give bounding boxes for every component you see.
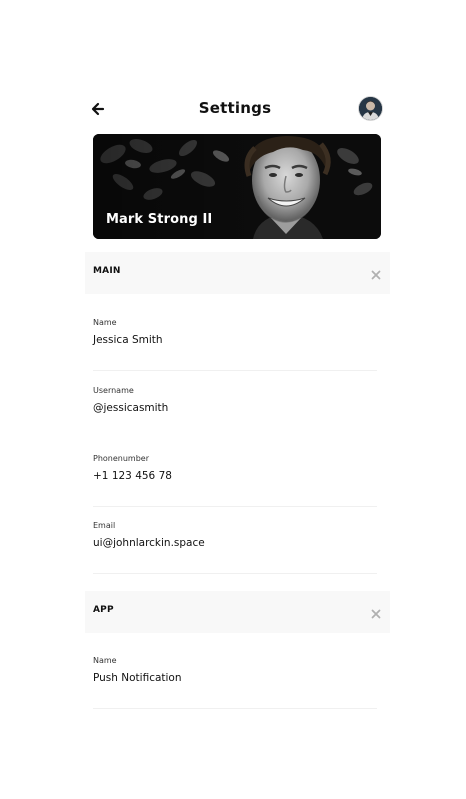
field-username[interactable]: Username @jessicasmith: [93, 386, 377, 438]
section-title: MAIN: [93, 266, 121, 276]
field-phonenumber[interactable]: Phonenumber +1 123 456 78: [93, 454, 377, 507]
field-label: Name: [93, 656, 117, 665]
close-icon: [371, 270, 381, 280]
field-name[interactable]: Name Jessica Smith: [93, 318, 377, 371]
page-title: Settings: [198, 99, 272, 117]
push-notification-field[interactable]: Push Notification: [93, 672, 182, 684]
section-close-button[interactable]: [370, 605, 382, 619]
profile-card[interactable]: Mark Strong II: [93, 134, 381, 239]
close-icon: [371, 609, 381, 619]
profile-name: Mark Strong II: [106, 212, 213, 227]
field-label: Email: [93, 521, 116, 530]
email-field[interactable]: ui@johnlarckin.space: [93, 537, 205, 549]
field-label: Username: [93, 386, 134, 395]
field-email[interactable]: Email ui@johnlarckin.space: [93, 521, 377, 574]
username-field[interactable]: @jessicasmith: [93, 402, 168, 414]
name-field[interactable]: Jessica Smith: [93, 334, 163, 346]
avatar[interactable]: [359, 97, 382, 120]
section-header-app: APP: [85, 591, 390, 633]
field-label: Name: [93, 318, 117, 327]
section-close-button[interactable]: [370, 266, 382, 280]
phonenumber-field[interactable]: +1 123 456 78: [93, 470, 172, 482]
field-push-notification[interactable]: Name Push Notification: [93, 656, 377, 709]
section-header-main: MAIN: [85, 252, 390, 294]
top-bar: Settings: [85, 96, 385, 122]
field-label: Phonenumber: [93, 454, 150, 463]
avatar-image: [359, 97, 382, 120]
section-title: APP: [93, 605, 114, 615]
